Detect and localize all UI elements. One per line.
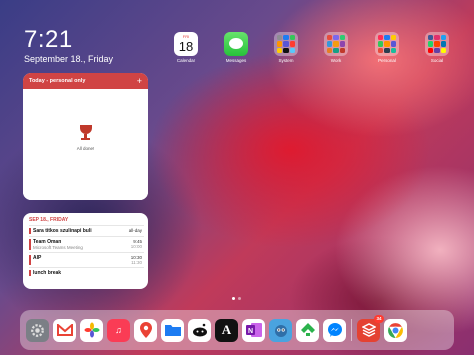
add-task-button[interactable]: + [137,76,142,86]
page-dot [238,297,241,300]
font-app-icon[interactable]: A [215,318,238,342]
event-color-bar [29,255,31,265]
event-color-bar [29,228,31,234]
event-title: Sara titkos szulinapi buli [33,228,92,234]
notification-badge: 34 [374,314,384,323]
lock-clock: 7:21 September 18., Friday [24,26,114,65]
calendar-day-number: 18 [178,39,194,54]
calendar-widget[interactable]: SEP 18., FRIDAY Sara titkos szulinapi bu… [23,213,148,289]
event-color-bar [29,239,31,250]
app-label: Social [430,58,444,63]
calendar-app[interactable]: FRI 18 Calendar [171,32,201,63]
todo-widget-body: All done! [23,89,148,200]
calendar-event[interactable]: Team Oman Microsoft Teams Meeting 9:45 1… [29,236,144,252]
photos-icon[interactable] [80,318,103,342]
reddit-icon[interactable] [188,318,211,342]
app-label: Calendar [176,58,196,63]
event-subtitle: Microsoft Teams Meeting [33,245,83,250]
todoist-icon[interactable]: 34 [357,314,384,342]
dock: ♫ A N 34 [20,310,454,350]
page-dot-active [232,297,235,300]
todo-widget[interactable]: Today - personal only + All done! [23,73,148,200]
svg-text:N: N [247,328,252,335]
folder-icon [425,32,449,56]
event-start: all-day [128,228,142,233]
app-label: Work [330,58,342,63]
clock-time: 7:21 [24,26,73,53]
folder-icon [375,32,399,56]
folder-icon [324,32,348,56]
social-folder[interactable]: Social [422,32,452,63]
calendar-event[interactable]: lunch break [29,267,144,278]
empty-state-text: All done! [76,146,95,151]
dock-separator [351,319,352,341]
music-icon[interactable]: ♫ [107,318,130,342]
feedly-icon[interactable] [296,318,319,342]
onenote-icon[interactable]: N [242,318,265,342]
chrome-icon[interactable] [384,318,407,342]
work-folder[interactable]: Work [321,32,351,63]
event-title: lunch break [33,270,62,276]
event-end: 10:00 [130,244,142,249]
gmail-icon[interactable] [53,318,76,342]
google-maps-icon[interactable] [134,318,157,342]
calendar-event[interactable]: Sara titkos szulinapi buli all-day [29,225,144,236]
todo-widget-title: Today - personal only [29,78,86,84]
personal-folder[interactable]: Personal [372,32,402,63]
files-icon[interactable] [161,318,184,342]
event-end: 11:30 [131,260,142,265]
settings-icon[interactable] [26,318,49,342]
page-indicator[interactable] [232,297,241,300]
folder-icon [274,32,298,56]
app-label: Messages [225,58,247,63]
app-label: Personal [378,58,396,63]
system-folder[interactable]: System [271,32,301,63]
calendar-widget-header: SEP 18., FRIDAY [29,217,69,223]
clock-date: September 18., Friday [24,54,114,64]
calendar-event[interactable]: AIP 10:30 11:30 [29,252,144,267]
todo-widget-header: Today - personal only + [23,73,148,89]
event-color-bar [29,270,31,276]
calendar-icon: FRI 18 [174,32,198,56]
tweetbot-icon[interactable] [269,318,292,342]
app-label: System [278,58,294,63]
trophy-icon [79,125,93,143]
messenger-icon[interactable] [323,318,346,342]
messages-icon [224,32,248,56]
event-title: AIP [33,255,42,261]
messages-app[interactable]: Messages [221,32,251,63]
